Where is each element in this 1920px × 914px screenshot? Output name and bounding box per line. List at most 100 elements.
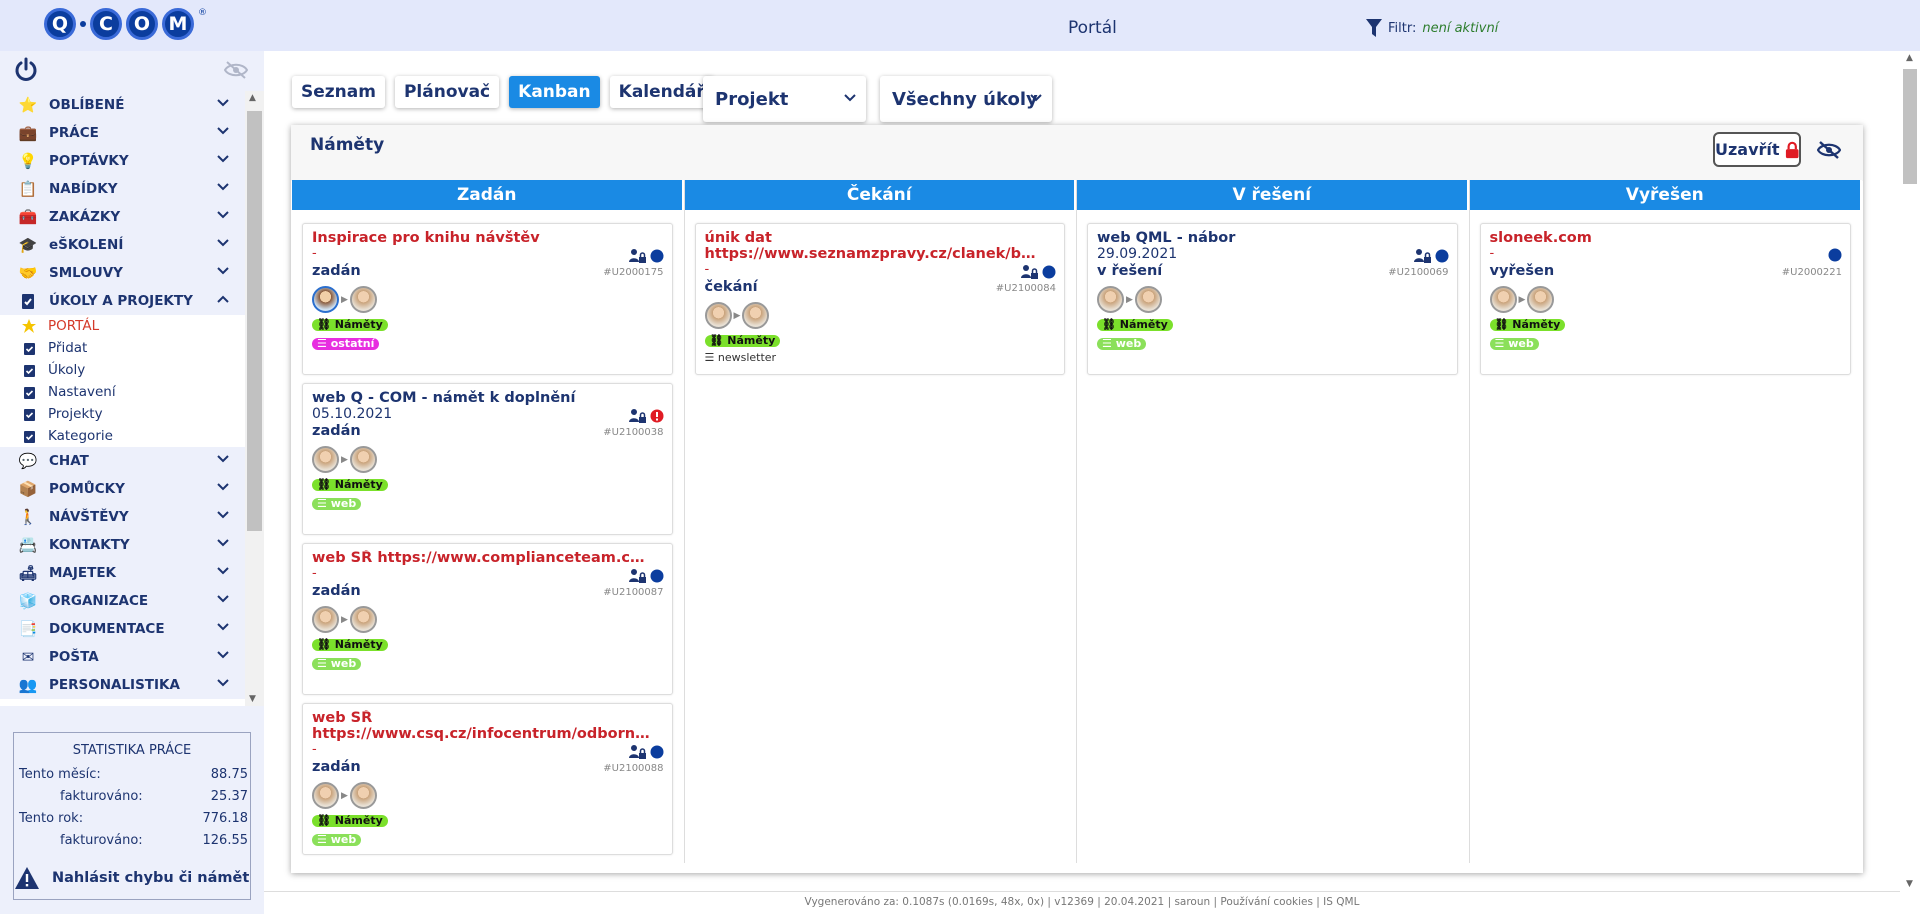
scroll-up-arrow[interactable]: ▲ bbox=[249, 93, 256, 103]
main-scroll-thumb[interactable] bbox=[1903, 69, 1917, 184]
task-card[interactable]: sloneek.com - vyřešen #U2000221 ▶ ⛓ Námě… bbox=[1479, 223, 1851, 375]
card-subtitle: - bbox=[312, 742, 317, 757]
star-icon bbox=[22, 319, 36, 333]
card-assignees: ▶ bbox=[704, 302, 1056, 329]
users-lock-icon bbox=[628, 745, 646, 759]
sidebar-menu: ⭐ OBLÍBENÉ 💼 PRÁCE 💡 POPTÁVKY 📋 NABÍDKY 🧰 ZAK… bbox=[0, 91, 245, 706]
menu-personalistika[interactable]: 👥 PERSONALISTIKA bbox=[0, 671, 245, 699]
submenu-pridat[interactable]: Přidat bbox=[0, 337, 245, 359]
task-card[interactable]: web QML - nábor 29.09.2021 v řešení #U21… bbox=[1087, 223, 1458, 375]
menu-navstevy[interactable]: 🚶 NÁVŠTĚVY bbox=[0, 503, 245, 531]
menu-dokumentace[interactable]: 📑 DOKUMENTACE bbox=[0, 615, 245, 643]
tab-seznam[interactable]: Seznam bbox=[292, 76, 385, 108]
card-id: #U2100087 bbox=[603, 587, 664, 598]
clipboard-icon: 📋 bbox=[18, 180, 38, 198]
card-title: sloneek.com bbox=[1489, 230, 1592, 246]
close-board-button[interactable]: Uzavřít bbox=[1713, 132, 1801, 167]
task-card[interactable]: web Q - COM - námět k doplnění 05.10.202… bbox=[302, 383, 673, 535]
main-scrollbar[interactable]: ▲ ▼ bbox=[1900, 51, 1920, 891]
people-icon: 👥 bbox=[18, 676, 38, 694]
arrow-right-icon: ▶ bbox=[1126, 294, 1133, 305]
report-bug-button[interactable]: Nahlásit chybu či námět bbox=[14, 866, 249, 890]
tag-label: web bbox=[1508, 337, 1534, 350]
chevron-up-icon bbox=[217, 295, 229, 303]
logo-letter-q: Q bbox=[44, 8, 76, 40]
submenu-projekty[interactable]: Projekty bbox=[0, 403, 245, 425]
card-subtitle: - bbox=[704, 262, 710, 277]
walking-person-icon: 🚶 bbox=[18, 508, 38, 526]
task-card[interactable]: únik dat https://www.seznamzpravy.cz/cla… bbox=[694, 223, 1065, 375]
scroll-up-arrow[interactable]: ▲ bbox=[1906, 53, 1913, 63]
menu-chat[interactable]: 💬 CHAT bbox=[0, 447, 245, 475]
tag-label: ostatní bbox=[330, 337, 375, 350]
chevron-down-icon bbox=[217, 483, 229, 491]
menu-oblibene[interactable]: ⭐ OBLÍBENÉ bbox=[0, 91, 245, 119]
menu-prace[interactable]: 💼 PRÁCE bbox=[0, 119, 245, 147]
card-indicators bbox=[1413, 248, 1449, 264]
tab-kalendar[interactable]: Kalendář bbox=[609, 76, 714, 108]
qcom-logo[interactable]: Q C O M ® bbox=[44, 8, 207, 40]
stats-value: 25.37 bbox=[210, 788, 248, 804]
menu-majetek[interactable]: 🛋 MAJETEK bbox=[0, 559, 245, 587]
close-label: Uzavřít bbox=[1715, 140, 1780, 159]
eye-off-icon[interactable] bbox=[224, 61, 248, 79]
menu-eskoleni[interactable]: 🎓 eŠKOLENÍ bbox=[0, 231, 245, 259]
menu-posta[interactable]: ✉ POŠTA bbox=[0, 643, 245, 671]
menu-kontakty[interactable]: 📇 KONTAKTY bbox=[0, 531, 245, 559]
tasks-select[interactable]: Všechny úkoly bbox=[880, 76, 1052, 122]
menu-label: CHAT bbox=[49, 453, 89, 469]
tag-label: web bbox=[330, 497, 357, 510]
status-dot-icon bbox=[650, 745, 663, 759]
avatar bbox=[312, 606, 339, 633]
sidebar-scroll-thumb[interactable] bbox=[247, 111, 262, 531]
users-lock-icon bbox=[1021, 265, 1038, 279]
status-dot-icon bbox=[1435, 249, 1448, 263]
menu-ukoly-a-projekty[interactable]: ÚKOLY A PROJEKTY bbox=[0, 287, 245, 315]
tag-label: Náměty bbox=[1119, 318, 1168, 331]
sidebar-scrollbar[interactable]: ▲ ▼ bbox=[245, 91, 264, 706]
menu-organizace[interactable]: 🧊 ORGANIZACE bbox=[0, 587, 245, 615]
task-card[interactable]: web SŘ https://www.complianceteam.cz/kva… bbox=[302, 543, 673, 695]
menu-label: ORGANIZACE bbox=[49, 593, 149, 609]
card-title-url: https://www.seznamzpravy.cz/clanek/bomby… bbox=[704, 246, 1045, 262]
menu-pomucky[interactable]: 📦 POMŮCKY bbox=[0, 475, 245, 503]
task-card[interactable]: Inspirace pro knihu návštěv - zadán #U20… bbox=[302, 223, 673, 375]
arrow-right-icon: ▶ bbox=[733, 310, 741, 321]
filter-state: není aktivní bbox=[1422, 20, 1499, 36]
chevron-down-icon bbox=[217, 539, 229, 547]
menu-smlouvy[interactable]: 🤝 SMLOUVY bbox=[0, 259, 245, 287]
menu-label: ZAKÁZKY bbox=[49, 209, 121, 225]
filter-status[interactable]: Filtr: není aktivní bbox=[1366, 19, 1498, 37]
power-icon[interactable] bbox=[14, 57, 38, 83]
tab-planovac[interactable]: Plánovač bbox=[394, 76, 500, 108]
filter-label: Filtr: bbox=[1388, 20, 1417, 36]
column-header: Vyřešen bbox=[1469, 180, 1862, 210]
warning-icon bbox=[15, 867, 39, 889]
card-list: web QML - nábor 29.09.2021 v řešení #U21… bbox=[1077, 210, 1469, 375]
chevron-down-icon bbox=[217, 239, 229, 247]
logo-letter-o: O bbox=[126, 8, 158, 40]
tab-kanban[interactable]: Kanban bbox=[509, 76, 600, 108]
menu-zakazky[interactable]: 🧰 ZAKÁZKY bbox=[0, 203, 245, 231]
menu-nabidky[interactable]: 📋 NABÍDKY bbox=[0, 175, 245, 203]
scroll-down-arrow[interactable]: ▼ bbox=[249, 694, 256, 704]
card-title: web QML - nábor bbox=[1097, 230, 1236, 246]
project-select[interactable]: Projekt bbox=[703, 76, 866, 122]
chevron-down-icon bbox=[217, 183, 229, 191]
card-assignees: ▶ bbox=[312, 606, 663, 633]
submenu-kategorie[interactable]: Kategorie bbox=[0, 425, 245, 447]
task-card[interactable]: web SŘ https://www.csq.cz/infocentrum/od… bbox=[302, 703, 673, 855]
submenu-portal[interactable]: PORTÁL bbox=[0, 315, 245, 337]
scroll-down-arrow[interactable]: ▼ bbox=[1906, 879, 1913, 889]
card-title: únik dat bbox=[704, 230, 772, 246]
graduation-cap-icon: 🎓 bbox=[18, 236, 38, 254]
tag-label: newsletter bbox=[717, 351, 777, 364]
toolbox-icon: 🧰 bbox=[18, 208, 38, 226]
avatar bbox=[312, 782, 339, 809]
card-assignees: ▶ bbox=[1097, 286, 1448, 313]
submenu-ukoly[interactable]: Úkoly bbox=[0, 359, 245, 381]
submenu-nastaveni[interactable]: Nastavení bbox=[0, 381, 245, 403]
menu-poptavky[interactable]: 💡 POPTÁVKY bbox=[0, 147, 245, 175]
alert-icon bbox=[650, 409, 663, 423]
eye-off-icon[interactable] bbox=[1817, 141, 1841, 159]
